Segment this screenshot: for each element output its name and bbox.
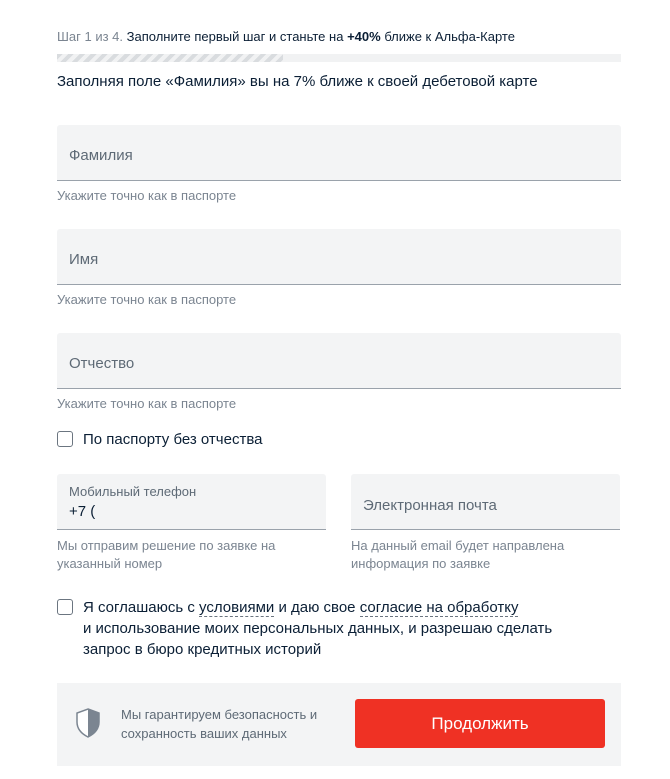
continue-button[interactable]: Продолжить — [355, 699, 605, 748]
phone-hint: Мы отправим решение по заявке на указанн… — [57, 537, 275, 573]
email-placeholder: Электронная почта — [363, 497, 497, 514]
first-name-field[interactable]: Имя — [57, 229, 621, 285]
middle-name-field[interactable]: Отчество — [57, 333, 621, 389]
terms-link[interactable]: условиями — [199, 599, 275, 617]
middle-name-hint: Укажите точно как в паспорте — [57, 396, 237, 411]
security-guarantee: Мы гарантируем безопасность и сохранност… — [121, 705, 351, 743]
guarantee-line: сохранность ваших данных — [121, 726, 287, 741]
progress-bar — [57, 54, 621, 62]
last-name-hint: Укажите точно как в паспорте — [57, 188, 237, 203]
phone-hint-line: Мы отправим решение по заявке на — [57, 538, 276, 553]
first-name-hint: Укажите точно как в паспорте — [57, 292, 237, 307]
no-middle-name-label: По паспорту без отчества — [83, 431, 263, 448]
progress-highlight: +40% — [347, 29, 381, 44]
progress-bar-fill — [57, 54, 283, 62]
progress-message: Заполните первый шаг и станьте на — [126, 29, 344, 44]
consent-line: запрос в бюро кредитных историй — [83, 641, 322, 658]
shield-icon — [76, 708, 100, 738]
progress-message-end: ближе к Альфа-Карте — [384, 29, 515, 44]
step-counter: Шаг 1 из 4. — [57, 29, 124, 44]
consent-option[interactable]: Я соглашаюсь с условиями и даю свое согл… — [57, 597, 552, 660]
phone-label: Мобильный телефон — [69, 484, 197, 499]
last-name-field[interactable]: Фамилия — [57, 125, 621, 181]
phone-field[interactable]: Мобильный телефон +7 ( — [57, 474, 326, 530]
consent-checkbox[interactable] — [57, 599, 73, 615]
consent-prefix: Я соглашаюсь с — [83, 599, 195, 616]
phone-hint-line: указанный номер — [57, 556, 163, 571]
email-field[interactable]: Электронная почта — [351, 474, 620, 530]
consent-middle: и даю свое — [278, 599, 356, 616]
no-middle-name-checkbox[interactable] — [57, 431, 73, 447]
last-name-placeholder: Фамилия — [69, 147, 133, 164]
no-middle-name-option[interactable]: По паспорту без отчества — [57, 429, 262, 450]
consent-text: Я соглашаюсь с условиями и даю свое согл… — [83, 597, 552, 660]
email-hint: На данный email будет направлена информа… — [351, 537, 564, 573]
progress-caption: Шаг 1 из 4. Заполните первый шаг и стань… — [57, 29, 515, 44]
guarantee-line: Мы гарантируем безопасность и — [121, 707, 318, 722]
middle-name-placeholder: Отчество — [69, 355, 135, 372]
form-footer: Мы гарантируем безопасность и сохранност… — [57, 683, 621, 766]
form-subtitle: Заполняя поле «Фамилия» вы на 7% ближе к… — [57, 73, 538, 90]
phone-value: +7 ( — [69, 503, 96, 520]
first-name-placeholder: Имя — [69, 251, 99, 268]
consent-line: и использование моих персональных данных… — [83, 620, 553, 637]
data-processing-link[interactable]: согласие на обработку — [359, 599, 519, 617]
email-hint-line: информация по заявке — [351, 556, 491, 571]
email-hint-line: На данный email будет направлена — [351, 538, 565, 553]
